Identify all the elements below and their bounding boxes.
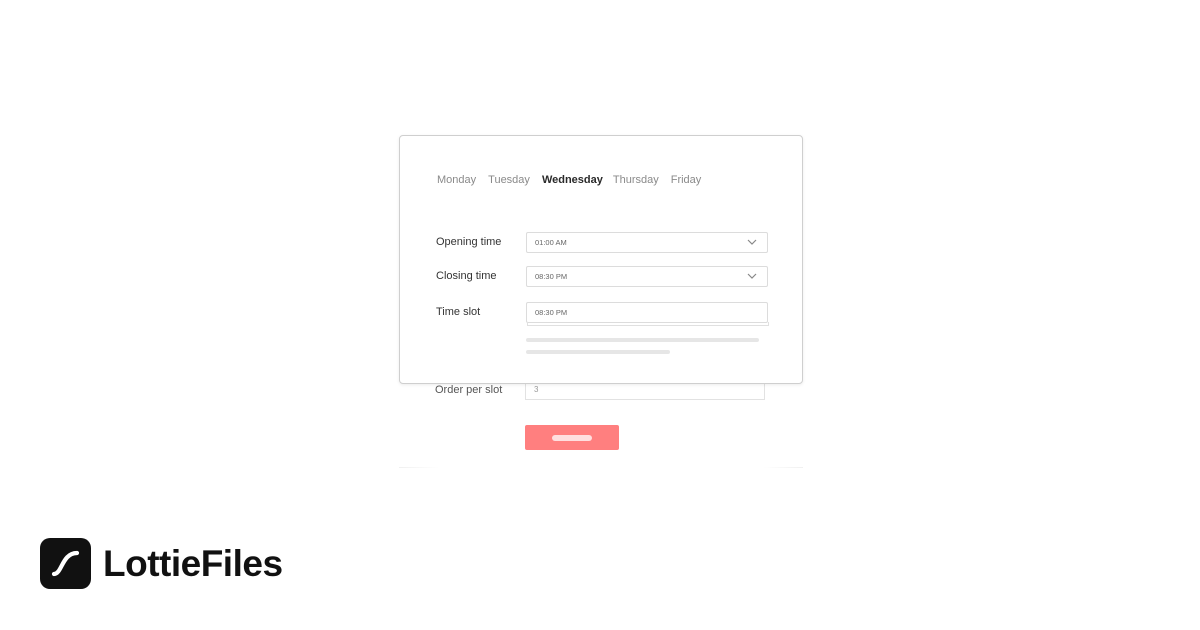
day-tabs: Monday Tuesday Wednesday Thursday Friday — [437, 174, 713, 186]
opening-time-value: 01:00 AM — [535, 238, 567, 247]
time-slot-value: 08:30 PM — [535, 308, 568, 317]
tab-monday[interactable]: Monday — [437, 174, 476, 186]
closing-time-label: Closing time — [436, 270, 497, 282]
closing-time-row: Closing time 08:30 PM — [436, 266, 768, 288]
closing-time-value: 08:30 PM — [535, 272, 568, 281]
tab-tuesday[interactable]: Tuesday — [488, 174, 530, 186]
chevron-down-icon — [747, 273, 757, 279]
og-image-canvas: Order per slot 3 Monday Tuesday Wednesda… — [0, 0, 1200, 630]
opening-time-select[interactable]: 01:00 AM — [526, 232, 768, 253]
opening-time-label: Opening time — [436, 236, 502, 248]
schedule-card: Monday Tuesday Wednesday Thursday Friday… — [399, 135, 803, 384]
time-slot-row: Time slot 08:30 PM — [436, 302, 768, 324]
closing-time-select[interactable]: 08:30 PM — [526, 266, 768, 287]
tab-thursday[interactable]: Thursday — [613, 174, 659, 186]
skeleton-line — [526, 338, 759, 342]
skeleton-line — [526, 350, 670, 354]
time-slot-label: Time slot — [436, 306, 481, 318]
opening-time-row: Opening time 01:00 AM — [436, 232, 768, 254]
time-slot-dropdown-edge — [527, 322, 769, 326]
form-lower-section: Order per slot 3 — [399, 380, 803, 468]
submit-button-placeholder-label — [552, 434, 592, 441]
tab-friday[interactable]: Friday — [671, 174, 702, 186]
lottiefiles-logo: LottieFiles — [40, 538, 283, 589]
tab-wednesday[interactable]: Wednesday — [542, 174, 603, 186]
brand-name: LottieFiles — [103, 542, 283, 584]
order-per-slot-label: Order per slot — [435, 384, 503, 396]
submit-button[interactable] — [525, 425, 619, 450]
chevron-down-icon — [747, 239, 757, 245]
time-slot-input[interactable]: 08:30 PM — [526, 302, 768, 323]
lottie-s-curve-icon — [40, 538, 91, 589]
